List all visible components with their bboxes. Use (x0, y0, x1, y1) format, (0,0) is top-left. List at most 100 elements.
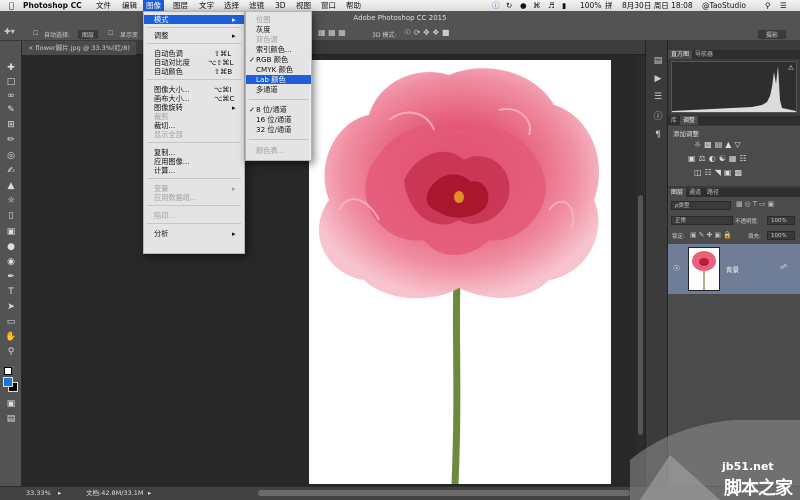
auto-select-checkbox[interactable]: ☐ (33, 30, 38, 37)
mode-lab-color[interactable]: Lab 颜色 (246, 75, 311, 84)
zoom-tool-icon[interactable]: ⚲ (4, 345, 18, 359)
mode-16-bit[interactable]: 16 位/通道 (246, 115, 311, 124)
tab-adjustments[interactable]: 调整 (680, 116, 699, 125)
menu-item-calculations[interactable]: 计算... (144, 166, 244, 175)
tab-histogram[interactable]: 直方图 (668, 50, 693, 59)
status-expand-icon[interactable]: ▸ (58, 487, 61, 500)
actions-panel-icon[interactable]: ▶ (652, 73, 664, 85)
pen-tool-icon[interactable]: ✒ (4, 270, 18, 284)
layer-thumbnail[interactable] (688, 247, 720, 291)
shape-tool-icon[interactable]: ▭ (4, 315, 18, 329)
hand-tool-icon[interactable]: ✋ (4, 330, 18, 344)
menu-window[interactable]: 窗口 (318, 0, 339, 11)
tab-navigator[interactable]: 导航器 (692, 50, 716, 59)
eyedropper-tool-icon[interactable]: ✏ (4, 133, 18, 147)
menu-item-trim[interactable]: 裁切... (144, 121, 244, 130)
layer-row-background[interactable]: ☉ 背景 ☍ (668, 244, 800, 294)
input-method[interactable]: 拼 (605, 0, 613, 11)
crop-tool-icon[interactable]: ⊞ (4, 118, 18, 132)
menu-type[interactable]: 文字 (196, 0, 217, 11)
dodge-tool-icon[interactable]: ◉ (4, 255, 18, 269)
move-tool-icon[interactable]: ✚ (4, 61, 18, 75)
properties-panel-icon[interactable]: ☰ (652, 91, 664, 103)
user-name[interactable]: @TaoStudio (702, 0, 746, 11)
align-icons[interactable]: ▦ ▦ ▦ (318, 28, 346, 37)
show-transform-checkbox[interactable]: ☐ (108, 30, 113, 37)
fill-field[interactable]: 100% (767, 231, 795, 240)
opacity-field[interactable]: 100% (767, 216, 795, 225)
healing-brush-tool-icon[interactable]: ◎ (4, 149, 18, 163)
brush-tool-icon[interactable]: ✍ (4, 164, 18, 178)
menu-item-auto-contrast[interactable]: 自动对比度 ⌥⇧⌘L (144, 58, 244, 67)
menu-item-duplicate[interactable]: 复制... (144, 148, 244, 157)
info-icon[interactable]: ⓘ (492, 0, 500, 11)
3d-mode-icons[interactable]: ☉ ⟳ ✥ ❖ ■ (404, 28, 449, 37)
type-tool-icon[interactable]: T (4, 285, 18, 299)
layer-filter-dropdown[interactable]: ρ类型 (671, 201, 731, 210)
adjustment-icons-row-3[interactable]: ◫☷◥▣▩ (694, 168, 745, 177)
tab-layers[interactable]: 图层 (668, 188, 687, 197)
horizontal-scrollbar[interactable] (258, 490, 630, 496)
menu-item-image-size[interactable]: 图像大小... ⌥⌘I (144, 85, 244, 94)
quick-select-tool-icon[interactable]: ✎ (4, 103, 18, 117)
tab-paths[interactable]: 路径 (704, 188, 722, 197)
mode-indexed-color[interactable]: 索引颜色... (246, 45, 311, 54)
menu-view[interactable]: 视图 (293, 0, 314, 11)
apple-menu-icon[interactable]:  (6, 0, 17, 11)
warning-icon[interactable]: ⚠ (788, 64, 794, 72)
mode-multichannel[interactable]: 多通道 (246, 85, 311, 94)
marquee-tool-icon[interactable]: □ (4, 75, 18, 89)
zoom-level[interactable]: 33.33% (26, 487, 51, 500)
tab-channels[interactable]: 通道 (686, 188, 704, 197)
menu-3d[interactable]: 3D (272, 0, 289, 11)
menu-item-adjustments[interactable]: 调整 ▸ (144, 31, 244, 40)
info-panel-icon[interactable]: ⓘ (652, 111, 664, 123)
lock-icons[interactable]: ▣✎✚▣🔒 (690, 231, 734, 239)
close-tab-icon[interactable]: × (28, 44, 33, 52)
notification-icon[interactable]: ☰ (780, 0, 787, 11)
menu-filter[interactable]: 滤镜 (246, 0, 267, 11)
adjustment-icons-row-1[interactable]: ☼▩▤▲▽ (694, 140, 744, 149)
auto-select-dropdown[interactable]: 图层 (78, 30, 99, 39)
quick-mask-icon[interactable]: ▣ (4, 397, 18, 411)
menu-layer[interactable]: 图层 (170, 0, 191, 11)
sync-icon[interactable]: ↻ (506, 0, 512, 11)
gradient-tool-icon[interactable]: ▣ (4, 225, 18, 239)
menu-help[interactable]: 帮助 (343, 0, 364, 11)
screen-mode-icon[interactable]: ▤ (4, 412, 18, 426)
app-name-menu[interactable]: Photoshop CC (20, 0, 85, 11)
mode-cmyk-color[interactable]: CMYK 颜色 (246, 65, 311, 74)
document-canvas[interactable] (309, 60, 611, 485)
workspace-dropdown[interactable]: 摄影 (758, 30, 787, 39)
menu-item-mode[interactable]: 模式 ▸ (144, 15, 244, 24)
menu-image[interactable]: 图像 (143, 0, 164, 11)
spotlight-icon[interactable]: ⚲ (765, 0, 771, 11)
document-tab[interactable]: × flower脚片.jpg @ 33.3%(红/8) (22, 41, 136, 55)
visibility-eye-icon[interactable]: ☉ (673, 264, 680, 273)
foreground-color-swatch[interactable] (3, 377, 13, 387)
blend-mode-dropdown[interactable]: 正常 (671, 216, 733, 225)
layer-name[interactable]: 背景 (726, 264, 739, 274)
layer-filter-icons[interactable]: ▩◎T▭▣ (736, 200, 776, 208)
stamp-tool-icon[interactable]: ▲ (4, 179, 18, 193)
tab-libraries[interactable]: 库 (668, 116, 680, 125)
lasso-tool-icon[interactable]: ∞ (4, 89, 18, 103)
blur-tool-icon[interactable]: ● (4, 240, 18, 254)
mode-rgb-color[interactable]: ✓ RGB 颜色 (246, 55, 311, 64)
menu-item-auto-color[interactable]: 自动颜色 ⇧⌘B (144, 67, 244, 76)
clock[interactable]: 8月30日 周日 18:08 (622, 0, 693, 11)
adjustment-icons-row-2[interactable]: ▣⚖◐☯▦☷ (688, 154, 750, 163)
volume-icon[interactable]: ♬ (548, 0, 555, 11)
paragraph-panel-icon[interactable]: ¶ (652, 129, 664, 141)
menu-item-auto-tone[interactable]: 自动色调 ⇧⌘L (144, 49, 244, 58)
eraser-tool-icon[interactable]: ▯ (4, 209, 18, 223)
move-tool-preset-icon[interactable]: ✚▾ (4, 27, 15, 36)
wechat-icon[interactable]: ● (520, 0, 527, 11)
status-menu-arrow-icon[interactable]: ▸ (148, 487, 151, 500)
mode-8-bit[interactable]: ✓ 8 位/通道 (246, 105, 311, 114)
menu-item-canvas-size[interactable]: 画布大小... ⌥⌘C (144, 94, 244, 103)
mode-32-bit[interactable]: 32 位/通道 (246, 125, 311, 134)
menu-file[interactable]: 文件 (93, 0, 114, 11)
history-brush-tool-icon[interactable]: ☼ (4, 194, 18, 208)
history-panel-icon[interactable]: ▤ (652, 55, 664, 67)
